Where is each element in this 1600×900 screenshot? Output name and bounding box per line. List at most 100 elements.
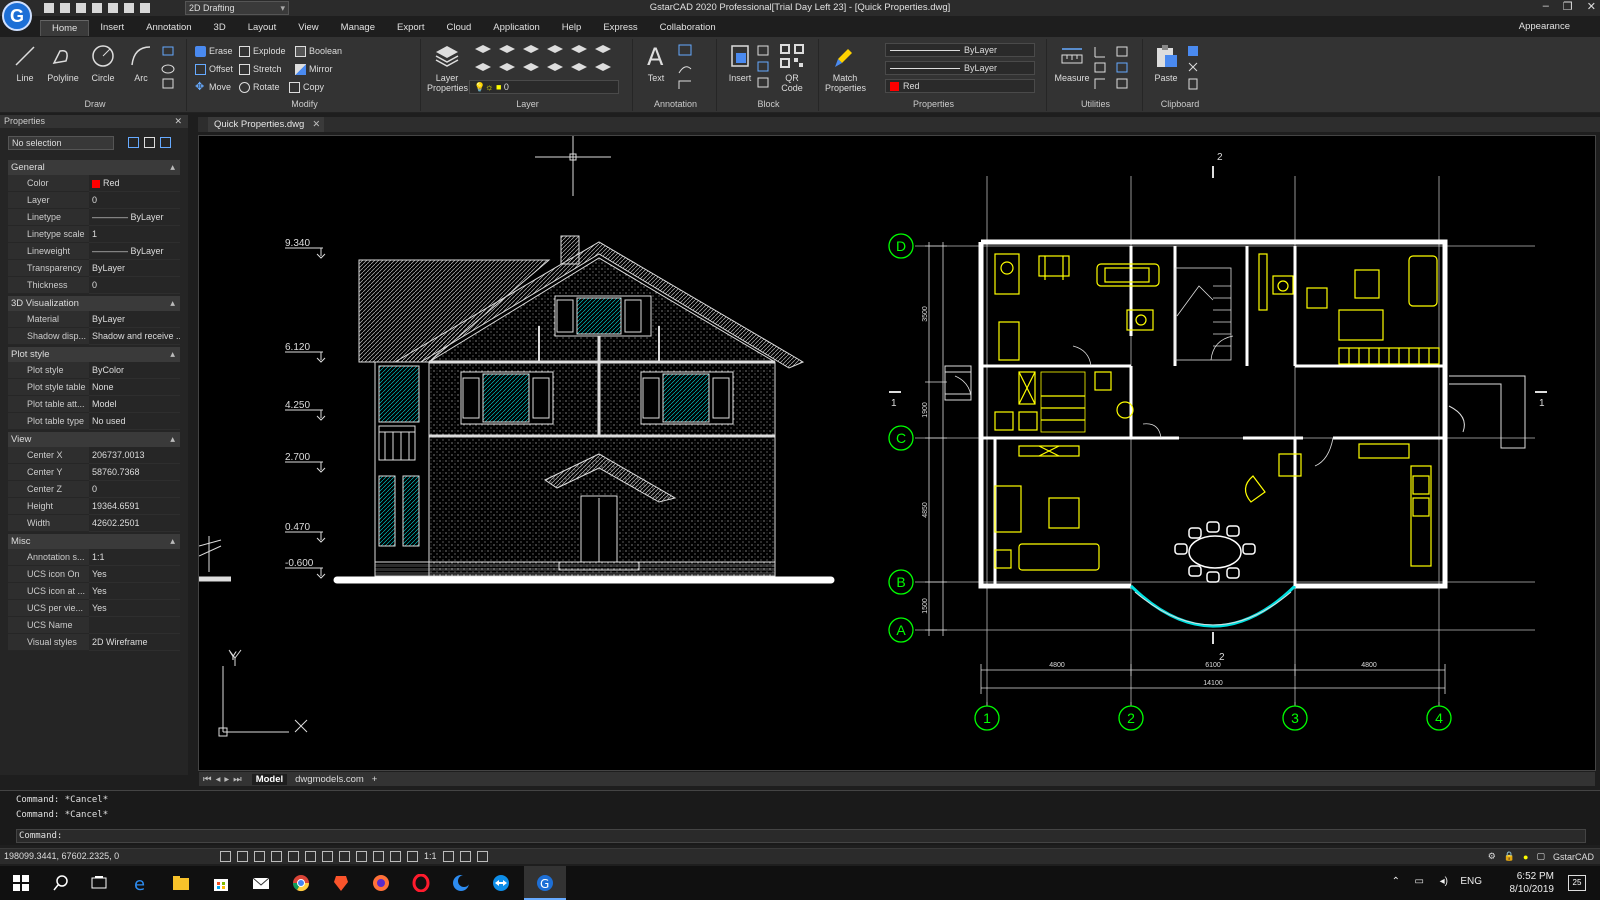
property-value[interactable]: 19364.6591: [89, 498, 180, 515]
clock[interactable]: 6:52 PM 8/10/2019: [1510, 870, 1555, 896]
property-value[interactable]: Yes: [89, 583, 180, 600]
property-row[interactable]: Lineweight ———— ByLayer: [8, 243, 180, 260]
zoom-icon[interactable]: [390, 851, 401, 862]
close-button[interactable]: ✕: [1587, 0, 1596, 13]
snap-icon[interactable]: [237, 851, 248, 862]
property-row[interactable]: Center Y 58760.7368: [8, 464, 180, 481]
dyn-icon[interactable]: [339, 851, 350, 862]
property-value[interactable]: ———— ByLayer: [89, 243, 180, 260]
property-row[interactable]: Transparency ByLayer: [8, 260, 180, 277]
taskbar-gstarcad-active[interactable]: G: [524, 866, 566, 900]
next-layout-icon[interactable]: ▸: [224, 774, 229, 785]
lineweight-toggle-icon[interactable]: [356, 851, 367, 862]
last-layout-icon[interactable]: ⏭: [233, 774, 242, 785]
polyline-button[interactable]: Polyline: [46, 43, 80, 83]
brave-icon[interactable]: [332, 874, 350, 892]
property-row[interactable]: Thickness 0: [8, 277, 180, 294]
osnap-icon[interactable]: [288, 851, 299, 862]
property-value[interactable]: 0: [89, 192, 180, 209]
arc-button[interactable]: Arc: [124, 43, 158, 83]
property-row[interactable]: Center X 206737.0013: [8, 447, 180, 464]
property-value[interactable]: Shadow and receive ...: [89, 328, 180, 345]
search-icon[interactable]: [52, 874, 70, 892]
property-row[interactable]: Plot table att... Model: [8, 396, 180, 413]
section-header[interactable]: Plot style: [8, 347, 180, 362]
section-header[interactable]: View: [8, 432, 180, 447]
app-moon-icon[interactable]: [452, 874, 470, 892]
property-row[interactable]: Plot style ByColor: [8, 362, 180, 379]
property-value[interactable]: Yes: [89, 600, 180, 617]
tab-manage[interactable]: Manage: [330, 20, 386, 36]
property-row[interactable]: Color Red: [8, 175, 180, 192]
drawing-canvas[interactable]: 9.340 6.120 4.250 2.700 0.470 -0.600 D C…: [198, 135, 1596, 771]
property-value[interactable]: 1:1: [89, 549, 180, 566]
document-tab[interactable]: Quick Properties.dwg ✕: [208, 117, 325, 132]
prev-layout-icon[interactable]: ◂: [216, 774, 221, 785]
modify-panel-label[interactable]: Modify: [189, 99, 420, 109]
property-value[interactable]: Yes: [89, 566, 180, 583]
property-value[interactable]: Red: [89, 175, 180, 192]
lock-icon[interactable]: 🔒: [1504, 851, 1515, 862]
property-row[interactable]: UCS icon On Yes: [8, 566, 180, 583]
property-row[interactable]: Material ByLayer: [8, 311, 180, 328]
annotation-scale[interactable]: 1:1: [424, 851, 437, 862]
clipboard-panel-label[interactable]: Clipboard: [1145, 99, 1215, 109]
property-value[interactable]: Model: [89, 396, 180, 413]
property-row[interactable]: Layer 0: [8, 192, 180, 209]
teamviewer-icon[interactable]: [492, 874, 510, 892]
grid-icon[interactable]: [220, 851, 231, 862]
file-explorer-icon[interactable]: [172, 874, 190, 892]
offset-button[interactable]: Offset: [195, 61, 233, 77]
edge-browser-icon[interactable]: e: [132, 874, 150, 892]
property-row[interactable]: Center Z0: [8, 481, 180, 498]
layer-panel-label[interactable]: Layer: [423, 99, 632, 109]
property-row[interactable]: Plot style table None: [8, 379, 180, 396]
property-value[interactable]: 58760.7368: [89, 464, 180, 481]
network-icon[interactable]: ▭: [1415, 876, 1424, 887]
tab-express[interactable]: Express: [592, 20, 648, 36]
tab-insert[interactable]: Insert: [89, 20, 135, 36]
properties-toggle-icon[interactable]: [476, 851, 488, 862]
otrack-icon[interactable]: [305, 851, 316, 862]
volume-icon[interactable]: ◂): [1440, 876, 1448, 887]
property-row[interactable]: UCS per vie... Yes: [8, 600, 180, 617]
boolean-button[interactable]: Boolean: [295, 43, 342, 59]
selection-combo[interactable]: No selection: [8, 136, 114, 150]
erase-button[interactable]: Erase: [195, 43, 233, 59]
lineweight-combo[interactable]: ByLayer: [885, 61, 1035, 75]
property-value[interactable]: ByColor: [89, 362, 180, 379]
explode-button[interactable]: Explode: [239, 43, 286, 59]
block-tools-icon[interactable]: [757, 45, 771, 89]
select-objects-icon[interactable]: [144, 137, 155, 148]
insert-button[interactable]: Insert: [723, 43, 757, 83]
section-header[interactable]: General: [8, 160, 180, 175]
section-header[interactable]: Misc: [8, 534, 180, 549]
first-layout-icon[interactable]: ⏮: [203, 774, 212, 785]
command-input[interactable]: Command:: [16, 829, 1586, 843]
tab-layout[interactable]: Layout: [237, 20, 288, 36]
tab-cloud[interactable]: Cloud: [435, 20, 482, 36]
property-row[interactable]: Height 19364.6591: [8, 498, 180, 515]
tray-expand-icon[interactable]: ⌃: [1392, 876, 1400, 887]
tab-3d[interactable]: 3D: [203, 20, 237, 36]
windows-start-icon[interactable]: [12, 874, 30, 892]
minimize-button[interactable]: –: [1543, 0, 1549, 13]
rotate-button[interactable]: Rotate: [239, 79, 280, 95]
utilities-tools-icon[interactable]: [1093, 45, 1137, 91]
property-value[interactable]: No used: [89, 413, 180, 430]
copy-button[interactable]: Copy: [289, 79, 324, 95]
appearance-menu[interactable]: Appearance: [1519, 21, 1570, 32]
paste-button[interactable]: Paste: [1149, 43, 1183, 83]
tab-layout[interactable]: dwgmodels.com: [291, 774, 368, 785]
property-row[interactable]: Shadow disp... Shadow and receive ...: [8, 328, 180, 345]
task-view-icon[interactable]: [90, 874, 108, 892]
maximize-button[interactable]: ❐: [1563, 0, 1573, 13]
block-panel-label[interactable]: Block: [719, 99, 818, 109]
annotation-visibility-icon[interactable]: [442, 851, 454, 862]
property-value[interactable]: [89, 617, 180, 634]
tab-home[interactable]: Home: [40, 20, 90, 36]
circle-button[interactable]: Circle: [86, 43, 120, 83]
palette-close-icon[interactable]: ✕: [174, 115, 182, 128]
clipboard-tools-icon[interactable]: [1187, 45, 1201, 91]
stretch-button[interactable]: Stretch: [239, 61, 282, 77]
